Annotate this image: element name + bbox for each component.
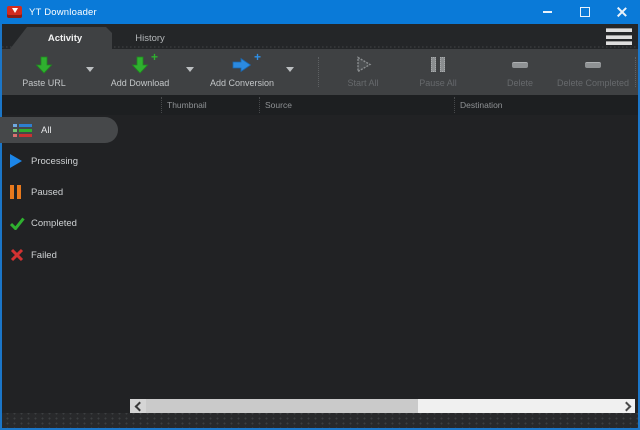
toolbar-separator [635, 57, 636, 87]
green-down-arrow-icon [35, 55, 53, 74]
minus-icon [512, 55, 528, 74]
scroll-left-button[interactable] [130, 399, 146, 413]
paste-url-dropdown-icon[interactable] [86, 67, 94, 72]
status-bar [2, 413, 638, 428]
chevron-left-icon [134, 401, 144, 411]
hamburger-menu-icon[interactable] [606, 28, 632, 45]
tab-bar: Activity History [2, 24, 638, 49]
maximize-button[interactable] [566, 0, 603, 24]
tab-history[interactable]: History [114, 27, 186, 49]
sidebar-item-failed[interactable]: Failed [10, 245, 57, 265]
sidebar-item-paused[interactable]: Paused [10, 182, 63, 202]
window-border-left [0, 24, 2, 430]
window-title: YT Downloader [29, 7, 97, 18]
x-icon [10, 248, 25, 262]
sidebar-failed-label: Failed [31, 250, 57, 261]
tab-activity[interactable]: Activity [10, 27, 112, 49]
colored-list-icon [13, 124, 32, 137]
sidebar-item-all[interactable]: All [0, 117, 118, 143]
pause-icon [10, 185, 25, 199]
add-download-dropdown-icon[interactable] [186, 67, 194, 72]
green-down-arrow-plus-icon: + [131, 55, 149, 74]
app-icon [7, 6, 22, 18]
paste-url-button[interactable]: Paste URL [12, 54, 76, 91]
close-icon [617, 7, 627, 17]
check-icon [10, 217, 25, 230]
sidebar-item-processing[interactable]: Processing [10, 151, 78, 171]
titlebar: YT Downloader [0, 0, 640, 24]
app-window: YT Downloader Activity History Paste URL [0, 0, 640, 430]
horizontal-scrollbar[interactable] [130, 399, 635, 413]
scrollbar-thumb[interactable] [146, 399, 418, 413]
close-button[interactable] [603, 0, 640, 24]
minimize-button[interactable] [529, 0, 566, 24]
blue-right-arrow-plus-icon: + [232, 55, 252, 74]
tab-history-label: History [135, 33, 165, 44]
add-conversion-button[interactable]: + Add Conversion [203, 54, 281, 91]
start-all-button: Start All [333, 54, 393, 91]
add-download-label: Add Download [111, 78, 170, 88]
scrollbar-track[interactable] [418, 399, 635, 413]
add-conversion-label: Add Conversion [210, 78, 274, 88]
toolbar: Paste URL + Add Download + Add Conversio… [2, 49, 638, 95]
delete-button: Delete [488, 54, 552, 91]
tab-activity-label: Activity [48, 33, 82, 44]
pause-icon [431, 55, 445, 74]
column-header-thumbnail: Thumbnail [167, 100, 207, 110]
window-controls [529, 0, 640, 24]
column-header-destination: Destination [460, 100, 503, 110]
sidebar-completed-label: Completed [31, 218, 77, 229]
add-conversion-dropdown-icon[interactable] [286, 67, 294, 72]
minus-icon [585, 55, 601, 74]
pause-all-label: Pause All [419, 78, 457, 88]
play-outline-icon [355, 55, 372, 74]
delete-completed-button: Delete Completed [550, 54, 636, 91]
delete-label: Delete [507, 78, 533, 88]
toolbar-separator [318, 57, 319, 87]
play-icon [10, 154, 25, 168]
add-download-button[interactable]: + Add Download [103, 54, 177, 91]
paste-url-label: Paste URL [22, 78, 66, 88]
sidebar-paused-label: Paused [31, 187, 63, 198]
list-header-row: Thumbnail Source Destination [2, 95, 638, 115]
chevron-right-icon[interactable] [622, 402, 632, 412]
delete-completed-label: Delete Completed [557, 78, 629, 88]
sidebar-all-label: All [41, 125, 52, 136]
maximize-icon [580, 7, 590, 17]
minimize-icon [543, 11, 552, 13]
pause-all-button: Pause All [403, 54, 473, 91]
start-all-label: Start All [347, 78, 378, 88]
sidebar-item-completed[interactable]: Completed [10, 213, 77, 233]
sidebar-processing-label: Processing [31, 156, 78, 167]
column-header-source: Source [265, 100, 292, 110]
